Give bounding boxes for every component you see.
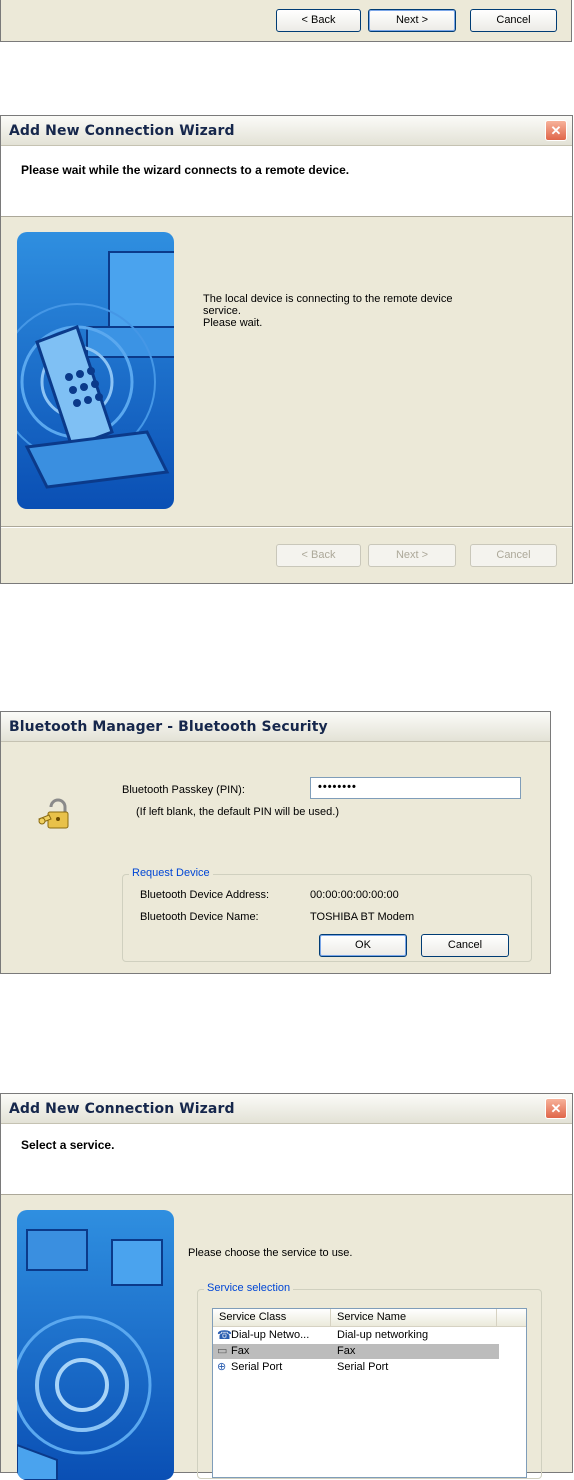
- header-text: Please wait while the wizard connects to…: [21, 163, 350, 177]
- title-bar[interactable]: Add New Connection Wizard ✕: [1, 1094, 572, 1124]
- bluetooth-security-dialog: Bluetooth Manager - Bluetooth Security B…: [0, 711, 551, 974]
- service-name-cell: Serial Port: [337, 1361, 389, 1373]
- passkey-value: ••••••••: [318, 781, 357, 793]
- serial-port-icon: ⊕: [217, 1361, 227, 1373]
- column-header-filler: [497, 1309, 526, 1327]
- message-line-2: service.: [203, 305, 241, 317]
- request-device-label: Request Device: [129, 867, 213, 879]
- column-label: Service Name: [337, 1311, 407, 1323]
- cancel-label: Cancel: [496, 14, 531, 26]
- service-class-cell: Dial-up Netwo...: [231, 1329, 310, 1341]
- service-class-cell: Serial Port: [231, 1361, 283, 1373]
- fax-icon: ▭: [217, 1345, 228, 1357]
- wizard2-next-button[interactable]: Next >: [368, 544, 456, 567]
- cancel-button[interactable]: Cancel: [421, 934, 509, 957]
- address-value: 00:00:00:00:00:00: [310, 889, 399, 901]
- column-header-service-name[interactable]: Service Name: [331, 1309, 497, 1327]
- service-selection-label: Service selection: [204, 1282, 294, 1294]
- ok-label: OK: [355, 939, 371, 951]
- wizard-header: Select a service.: [1, 1124, 572, 1195]
- wizard2-back-button[interactable]: < Back: [276, 544, 361, 567]
- wizard1-next-button[interactable]: Next >: [368, 9, 456, 32]
- wizard2-cancel-button[interactable]: Cancel: [470, 544, 557, 567]
- close-button[interactable]: ✕: [545, 1098, 567, 1119]
- list-item[interactable]: ☎ Dial-up Netwo... Dial-up networking: [213, 1328, 526, 1343]
- connecting-message: The local device is connecting to the re…: [203, 293, 523, 329]
- message-line-3: Please wait.: [203, 317, 263, 329]
- wizard1-window-fragment: < Back Next > Cancel: [0, 0, 572, 42]
- next-label: Next >: [395, 14, 429, 26]
- column-label: Service Class: [219, 1311, 287, 1323]
- list-item[interactable]: ▭ Fax Fax: [213, 1344, 499, 1359]
- passkey-input[interactable]: ••••••••: [310, 777, 521, 799]
- header-text: Select a service.: [21, 1138, 115, 1152]
- dialup-icon: ☎: [217, 1328, 232, 1342]
- fax-illustration: [17, 1210, 174, 1480]
- service-class-cell: Fax: [231, 1345, 250, 1357]
- dialog-title: Bluetooth Manager - Bluetooth Security: [9, 719, 328, 735]
- select-service-wizard-window: Add New Connection Wizard ✕ Select a ser…: [0, 1093, 573, 1480]
- list-item[interactable]: ⊕ Serial Port Serial Port: [213, 1360, 526, 1375]
- cancel-label: Cancel: [496, 549, 531, 561]
- wizard1-cancel-button[interactable]: Cancel: [470, 9, 557, 32]
- title-bar[interactable]: Bluetooth Manager - Bluetooth Security: [1, 712, 550, 742]
- message-line-1: The local device is connecting to the re…: [203, 293, 453, 305]
- bottom-separator: [1, 526, 572, 528]
- service-name-cell: Dial-up networking: [337, 1329, 429, 1341]
- service-prompt: Please choose the service to use.: [188, 1247, 353, 1259]
- wizard-header: Please wait while the wizard connects to…: [1, 146, 572, 217]
- service-name-cell: Fax: [337, 1345, 356, 1357]
- back-label: < Back: [301, 14, 336, 26]
- lock-key-icon: [37, 797, 73, 833]
- ok-button[interactable]: OK: [319, 934, 407, 957]
- service-selection-text: Service selection: [207, 1282, 291, 1294]
- close-icon: ✕: [550, 123, 562, 138]
- window-title: Add New Connection Wizard: [9, 1101, 235, 1117]
- cancel-label: Cancel: [447, 939, 483, 951]
- address-label: Bluetooth Device Address:: [140, 889, 270, 901]
- window-title: Add New Connection Wizard: [9, 123, 235, 139]
- phone-illustration: [17, 232, 174, 509]
- connecting-wizard-window: Add New Connection Wizard ✕ Please wait …: [0, 115, 573, 584]
- close-button[interactable]: ✕: [545, 120, 567, 141]
- name-value: TOSHIBA BT Modem: [310, 911, 415, 923]
- service-list[interactable]: Service Class Service Name ☎ Dial-up Net…: [212, 1308, 527, 1478]
- pin-hint: (If left blank, the default PIN will be …: [136, 806, 339, 818]
- next-label: Next >: [395, 549, 429, 561]
- name-label: Bluetooth Device Name:: [140, 911, 259, 923]
- column-header-service-class[interactable]: Service Class: [213, 1309, 331, 1327]
- title-bar[interactable]: Add New Connection Wizard ✕: [1, 116, 572, 146]
- passkey-label: Bluetooth Passkey (PIN):: [122, 784, 245, 796]
- back-label: < Back: [301, 549, 336, 561]
- close-icon: ✕: [550, 1101, 562, 1116]
- wizard1-back-button[interactable]: < Back: [276, 9, 361, 32]
